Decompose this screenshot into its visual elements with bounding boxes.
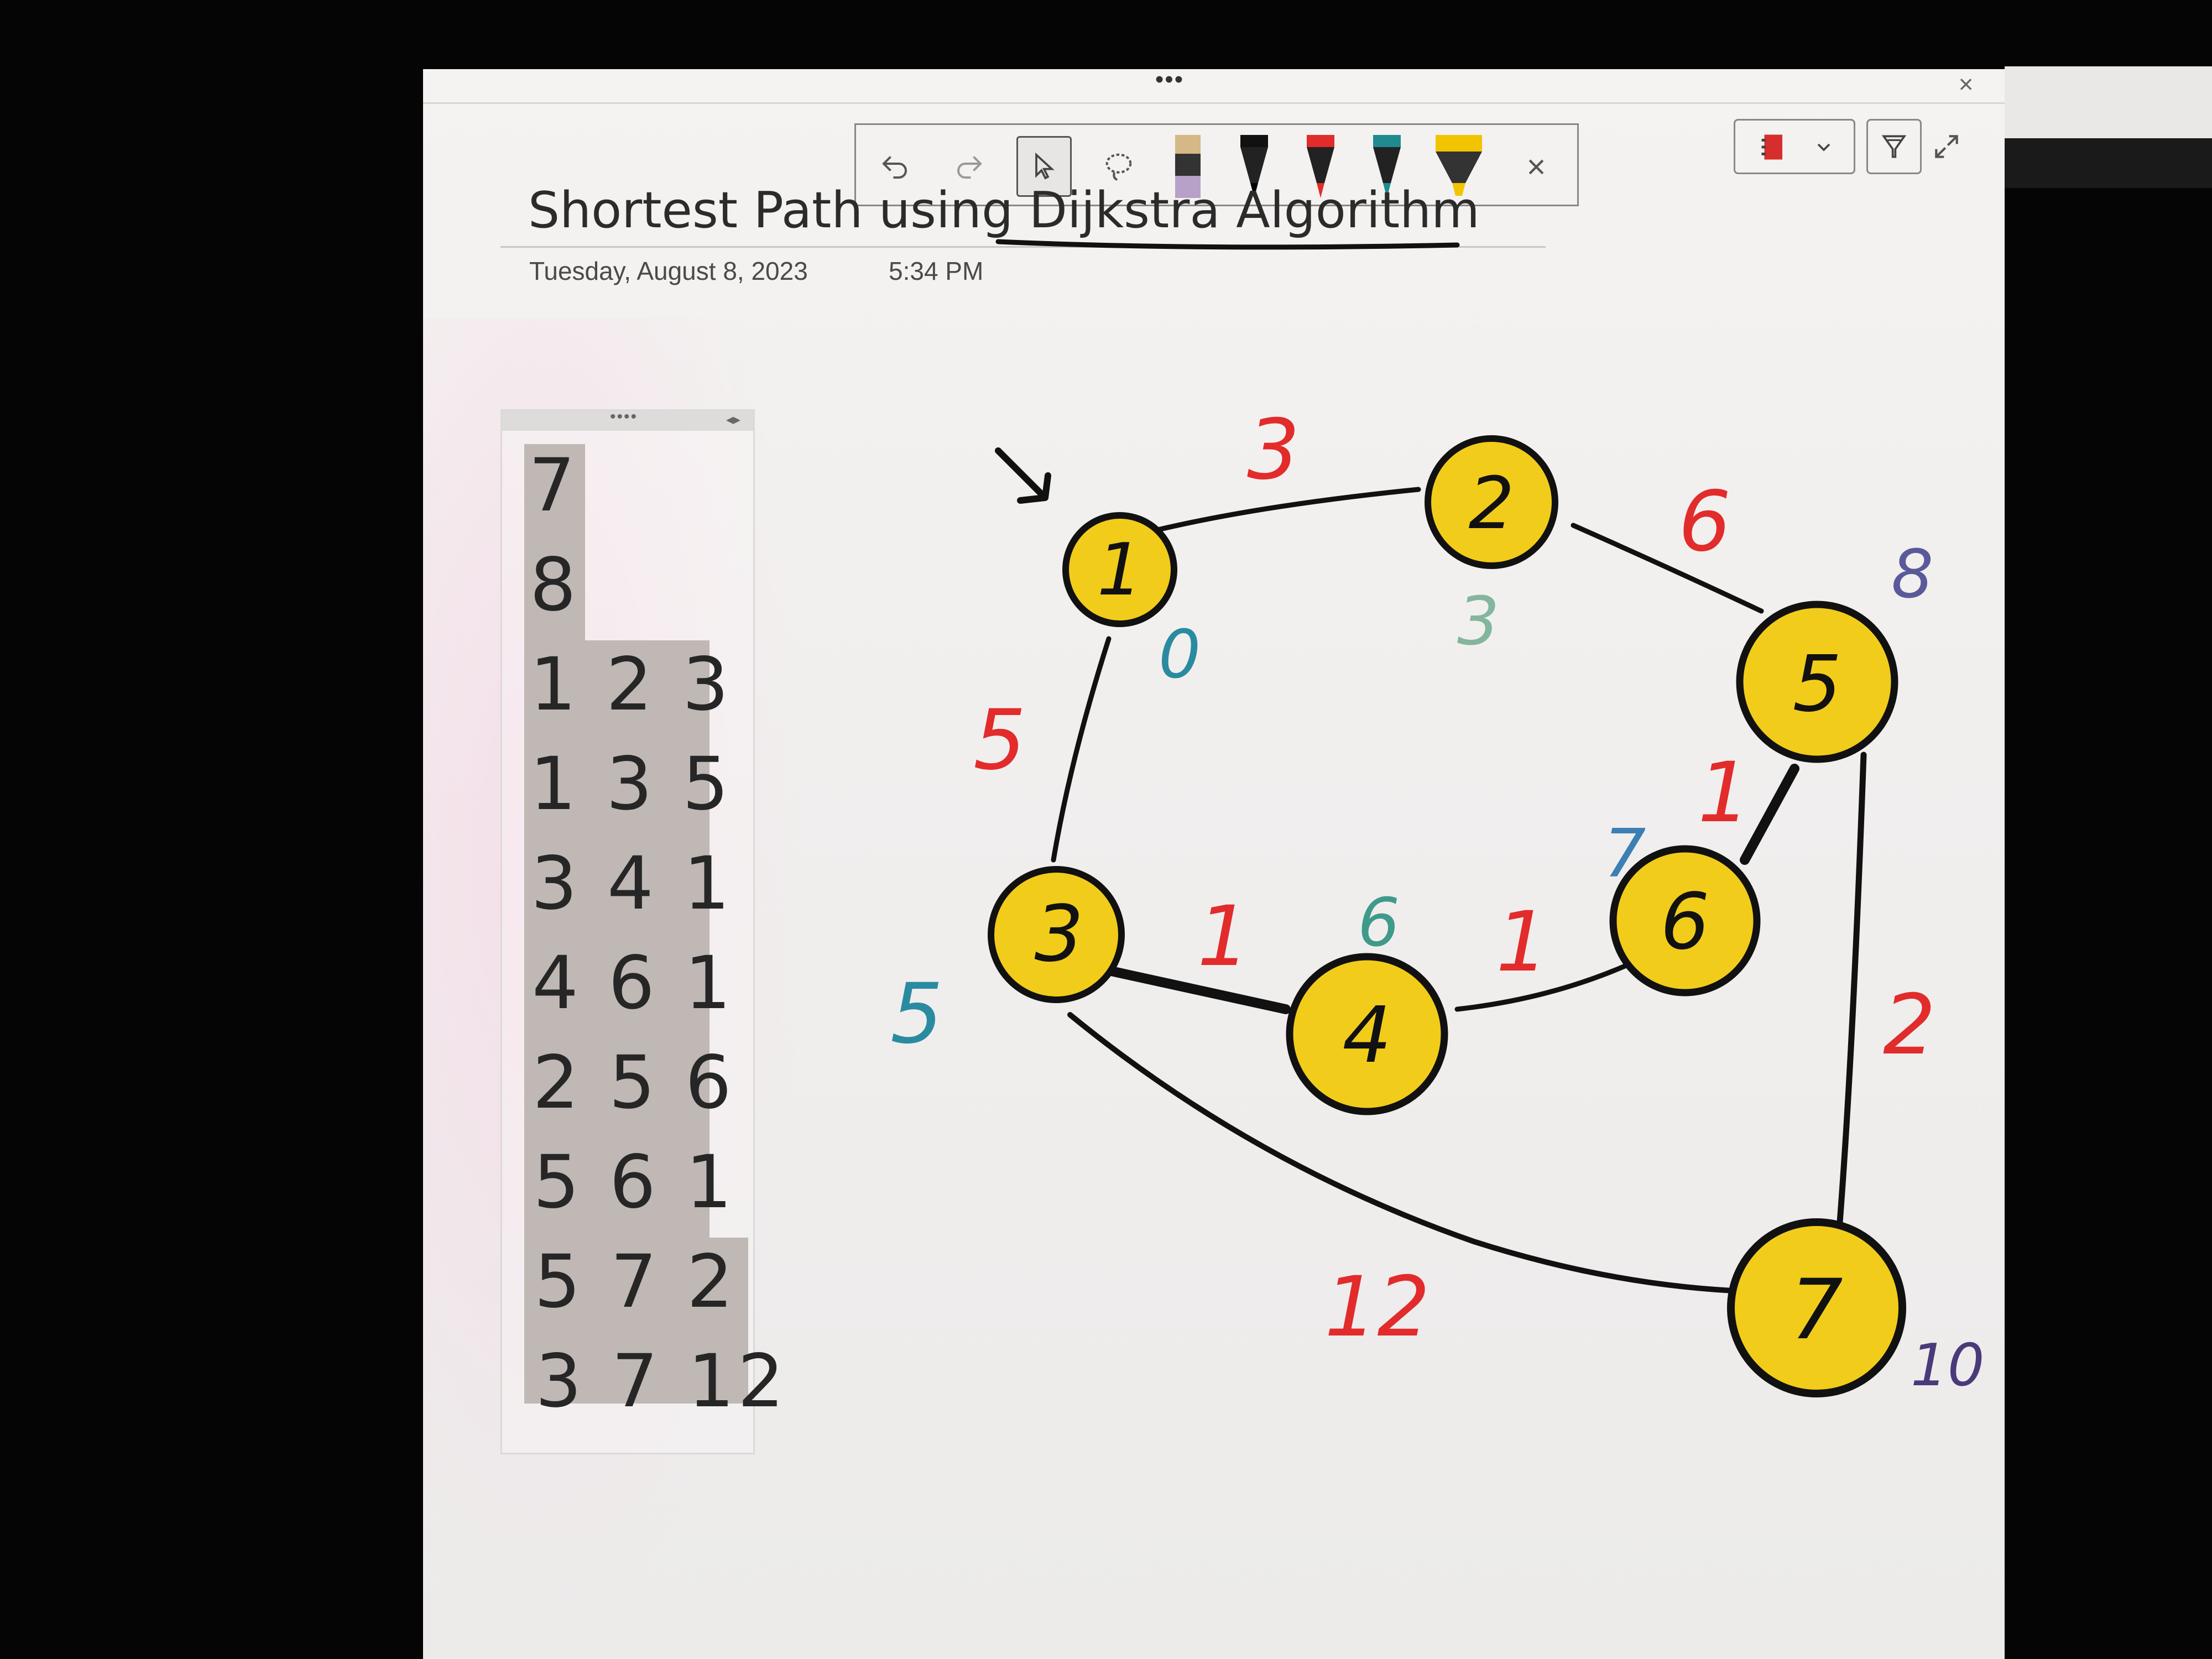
edge-1-3 [1051,636,1112,863]
weight-6-5: 1 [1698,745,1750,841]
node-label: 2 [1469,461,1515,545]
node-7[interactable]: 7 [1727,1218,1906,1397]
weight-5-7: 2 [1883,977,1936,1073]
distance-node-4: 6 [1358,885,1400,962]
node-4[interactable]: 4 [1286,953,1448,1115]
distance-node-3: 5 [890,966,943,1062]
weight-3-7: 12 [1324,1259,1430,1355]
node-label: 1 [1097,528,1143,612]
node-label: 4 [1342,990,1391,1081]
weight-1-2: 3 [1247,402,1300,498]
weight-1-3: 5 [973,692,1026,789]
node-1[interactable]: 1 [1062,512,1177,627]
distance-node-1: 0 [1159,617,1201,693]
weight-3-4: 1 [1197,889,1250,985]
weight-4-6: 1 [1496,894,1548,990]
ink-canvas[interactable]: 1 2 3 4 5 6 7 3 6 5 1 1 1 2 12 0 3 8 5 6… [423,69,2005,1659]
node-5[interactable]: 5 [1736,601,1898,763]
start-arrow [995,447,1051,504]
node-label: 7 [1790,1262,1843,1358]
node-2[interactable]: 2 [1425,435,1558,569]
distance-node-2: 3 [1457,583,1499,660]
title-underline [995,239,1460,250]
node-3[interactable]: 3 [988,866,1125,1003]
onenote-window: ••• × × Shortest Path using Dijkstra Alg… [423,69,2005,1659]
edge-5-7 [1835,752,1867,1239]
edge-2-5 [1571,523,1764,614]
distance-node-6: 7 [1604,816,1646,893]
edge-6-5 [1740,764,1799,865]
background-window [2005,66,2212,138]
node-label: 6 [1660,877,1709,967]
distance-node-7: 10 [1911,1332,1985,1399]
distance-node-5: 8 [1891,536,1933,613]
weight-2-5: 6 [1678,474,1731,570]
node-label: 5 [1792,639,1841,729]
node-label: 3 [1034,889,1083,979]
background-window-bar [2005,138,2212,188]
